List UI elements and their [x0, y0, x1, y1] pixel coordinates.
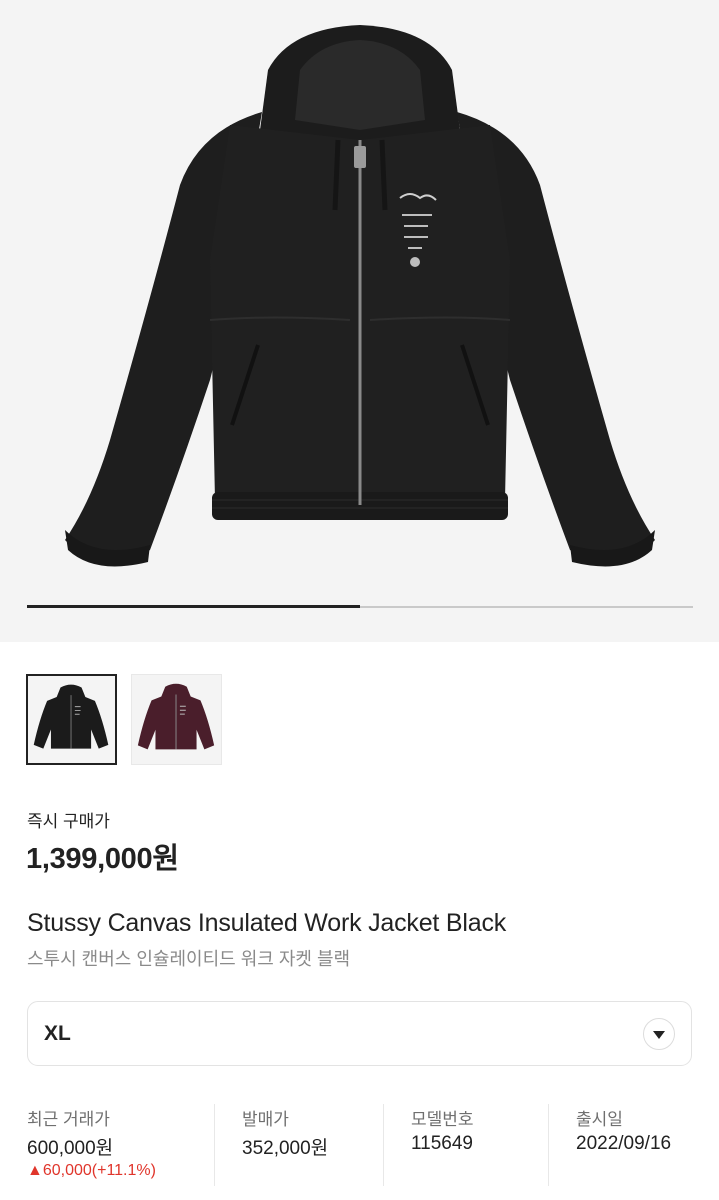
chevron-down-icon[interactable] — [643, 1018, 675, 1050]
info-value: 2022/09/16 — [576, 1133, 672, 1154]
info-label: 발매가 — [242, 1110, 289, 1129]
info-release-date: 출시일 2022/09/16 — [548, 1104, 692, 1186]
info-label: 출시일 — [576, 1110, 623, 1129]
info-label: 최근 거래가 — [27, 1110, 110, 1129]
thumbnail-burgundy[interactable] — [131, 674, 222, 765]
jacket-thumbnail-image — [137, 683, 215, 750]
carousel-progress-fill — [27, 605, 360, 608]
product-info-table: 최근 거래가 600,000원 ▲60,000(+11.1%) 발매가 352,… — [27, 1104, 692, 1186]
jacket-thumbnail-image — [33, 684, 109, 749]
instant-buy-price: 1,399,000원 — [26, 843, 179, 875]
size-select[interactable]: XL — [27, 1001, 692, 1066]
info-value: 352,000원 — [242, 1138, 329, 1159]
carousel-progress-track — [27, 605, 693, 608]
info-label: 모델번호 — [411, 1110, 474, 1129]
info-value: 600,000원 — [27, 1138, 114, 1159]
instant-buy-price-label: 즉시 구매가 — [27, 812, 110, 831]
product-name-english: Stussy Canvas Insulated Work Jacket Blac… — [27, 909, 507, 937]
thumbnail-black[interactable] — [26, 674, 117, 765]
info-value: 115649 — [411, 1133, 473, 1154]
price-change-indicator: ▲60,000(+11.1%) — [27, 1162, 156, 1179]
info-recent-trade: 최근 거래가 600,000원 ▲60,000(+11.1%) — [27, 1104, 214, 1186]
info-model-number: 모델번호 115649 — [383, 1104, 548, 1186]
color-thumbnail-list — [26, 674, 222, 765]
info-release-price: 발매가 352,000원 — [214, 1104, 383, 1186]
size-select-value: XL — [44, 1022, 71, 1045]
jacket-product-image — [65, 25, 655, 567]
product-name-korean: 스투시 캔버스 인슐레이티드 워크 자켓 블랙 — [27, 949, 351, 969]
product-image-carousel[interactable] — [0, 0, 719, 642]
